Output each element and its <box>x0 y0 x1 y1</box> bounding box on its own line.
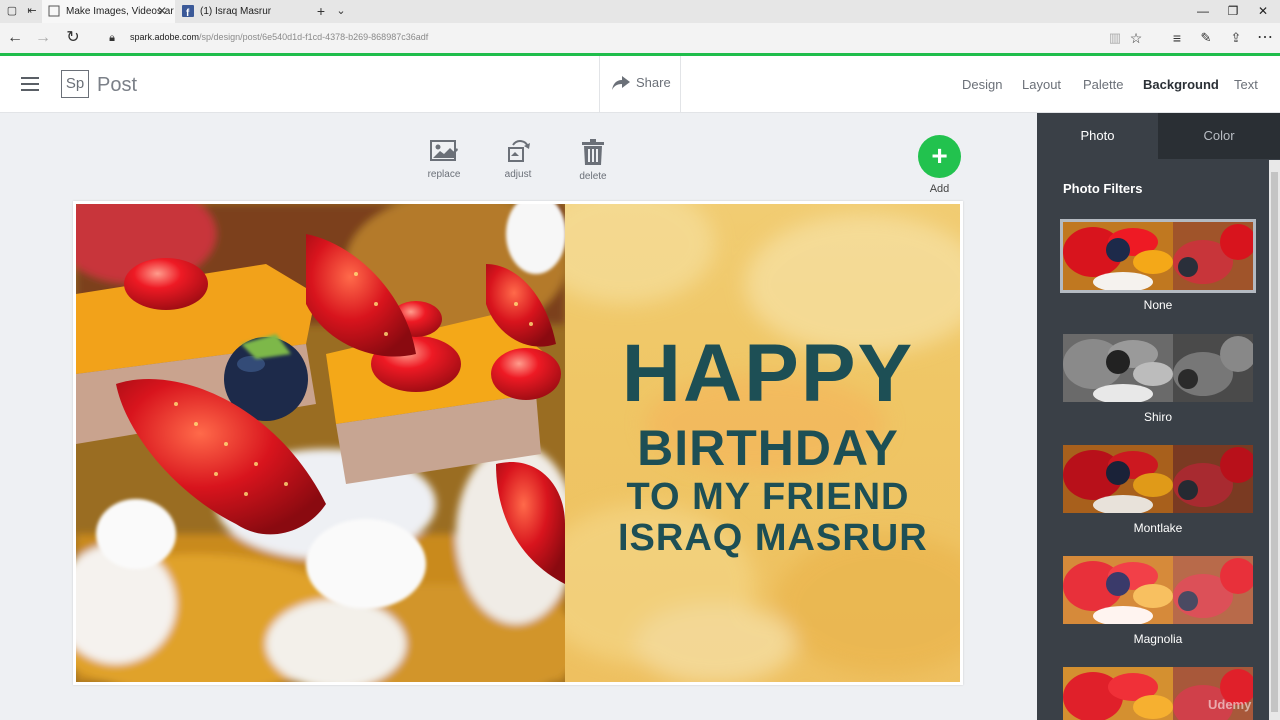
scrollbar-thumb[interactable] <box>1271 172 1278 712</box>
spark-logo[interactable]: Sp <box>61 70 89 98</box>
browser-tab-spark[interactable]: Make Images, Videos ar ✕ <box>42 0 175 23</box>
url-field[interactable]: spark.adobe.com/sp/design/post/6e540d1d-… <box>130 32 428 42</box>
tab-color[interactable]: Color <box>1158 113 1280 159</box>
filter-shiro[interactable]: Shiro <box>1063 334 1253 424</box>
cake-image <box>76 204 565 682</box>
trash-icon <box>582 139 604 165</box>
filter-label: None <box>1143 298 1173 312</box>
panel-scrollbar[interactable] <box>1269 160 1280 720</box>
delete-button[interactable]: delete <box>568 139 618 182</box>
filter-none[interactable]: None <box>1060 219 1256 312</box>
forward-icon[interactable]: → <box>33 28 53 48</box>
close-tab-icon[interactable]: ✕ <box>157 0 167 23</box>
facebook-icon: f <box>182 5 194 17</box>
adjust-label: adjust <box>504 169 532 180</box>
filter-thumbnail <box>1063 334 1253 402</box>
menu-palette[interactable]: Palette <box>1083 77 1123 92</box>
page-icon <box>48 5 60 17</box>
delete-label: delete <box>579 171 607 182</box>
menu-background[interactable]: Background <box>1143 77 1219 92</box>
tab-title: (1) Israq Masrur <box>200 6 272 17</box>
filter-label: Shiro <box>1143 410 1172 424</box>
tab-list-icon[interactable]: ▢ <box>5 4 19 18</box>
lock-icon: 🔒︎ <box>109 32 115 44</box>
photo-filters-title: Photo Filters <box>1063 181 1143 196</box>
minimize-icon[interactable]: — <box>1188 0 1218 23</box>
more-icon[interactable]: ⋯ <box>1255 28 1275 48</box>
back-icon[interactable]: ← <box>5 28 25 48</box>
adjust-rotate-icon <box>508 140 530 162</box>
refresh-icon[interactable]: ↻ <box>63 28 83 48</box>
filter-partial[interactable] <box>1063 667 1253 720</box>
filter-thumbnail <box>1063 445 1253 513</box>
hamburger-menu-icon[interactable] <box>21 77 39 91</box>
share-button[interactable]: Share <box>612 75 671 90</box>
url-path: /sp/design/post/6e540d1d-f1cd-4378-b269-… <box>199 32 429 42</box>
reading-view-icon[interactable]: ▥ <box>1105 28 1125 48</box>
plus-icon: + <box>931 140 948 171</box>
menu-design[interactable]: Design <box>962 77 1002 92</box>
address-bar: ← → ↻ 🔒︎ spark.adobe.com/sp/design/post/… <box>0 23 1280 53</box>
menu-layout[interactable]: Layout <box>1022 77 1061 92</box>
favorite-star-icon[interactable]: ☆ <box>1126 28 1146 48</box>
design-workspace: replace adjust delete + Add HAPPY BIRTHD… <box>0 113 1037 720</box>
cake-photo[interactable] <box>76 204 565 682</box>
watermark-logo: Udemy <box>1208 697 1252 712</box>
url-domain: spark.adobe.com <box>130 32 200 42</box>
filter-thumbnail <box>1060 219 1256 293</box>
replace-button[interactable]: replace <box>419 139 469 180</box>
web-note-icon[interactable]: ✎ <box>1196 28 1216 48</box>
app-header: Sp Post Share Design Layout Palette Back… <box>0 56 1280 113</box>
background-panel: Photo Color Photo Filters None Shiro Mon… <box>1037 113 1280 720</box>
filter-label: Montlake <box>1133 521 1183 535</box>
share-label: Share <box>636 75 671 90</box>
card-line-name[interactable]: ISRAQ MASRUR <box>618 517 927 560</box>
share-arrow-icon <box>612 76 630 90</box>
set-aside-tabs-icon[interactable]: ⇤ <box>25 4 39 18</box>
filter-magnolia[interactable]: Magnolia <box>1063 556 1253 646</box>
hub-icon[interactable]: ≡ <box>1167 28 1187 48</box>
filter-montlake[interactable]: Montlake <box>1063 445 1253 535</box>
header-divider <box>599 56 600 113</box>
close-window-icon[interactable]: ✕ <box>1248 0 1278 23</box>
card-line-happy[interactable]: HAPPY <box>618 327 918 421</box>
browser-tab-bar: ▢ ⇤ Make Images, Videos ar ✕ f (1) Israq… <box>0 0 1280 23</box>
add-label: Add <box>929 183 950 195</box>
card-line-birthday[interactable]: BIRTHDAY <box>618 419 918 477</box>
menu-text[interactable]: Text <box>1234 77 1258 92</box>
post-canvas[interactable]: HAPPY BIRTHDAY TO MY FRIEND ISRAQ MASRUR <box>73 201 963 685</box>
adjust-button[interactable]: adjust <box>493 139 543 180</box>
maximize-icon[interactable]: ❐ <box>1218 0 1248 23</box>
replace-label: replace <box>427 169 461 180</box>
replace-image-icon <box>430 140 458 161</box>
card-line-to-my-friend[interactable]: TO MY FRIEND <box>618 476 918 519</box>
add-button[interactable]: + <box>918 135 961 178</box>
header-divider <box>680 56 681 113</box>
filter-thumbnail <box>1063 556 1253 624</box>
tab-preview-chevron-icon[interactable]: ⌄ <box>334 4 348 18</box>
tab-photo[interactable]: Photo <box>1037 113 1158 159</box>
app-name: Post <box>97 74 138 96</box>
new-tab-icon[interactable]: + <box>314 4 328 18</box>
browser-tab-facebook[interactable]: f (1) Israq Masrur <box>176 0 308 23</box>
browser-window: ▢ ⇤ Make Images, Videos ar ✕ f (1) Israq… <box>0 0 1280 720</box>
share-page-icon[interactable]: ⇪ <box>1226 28 1246 48</box>
filter-label: Magnolia <box>1133 632 1183 646</box>
filter-thumbnail <box>1063 667 1253 720</box>
